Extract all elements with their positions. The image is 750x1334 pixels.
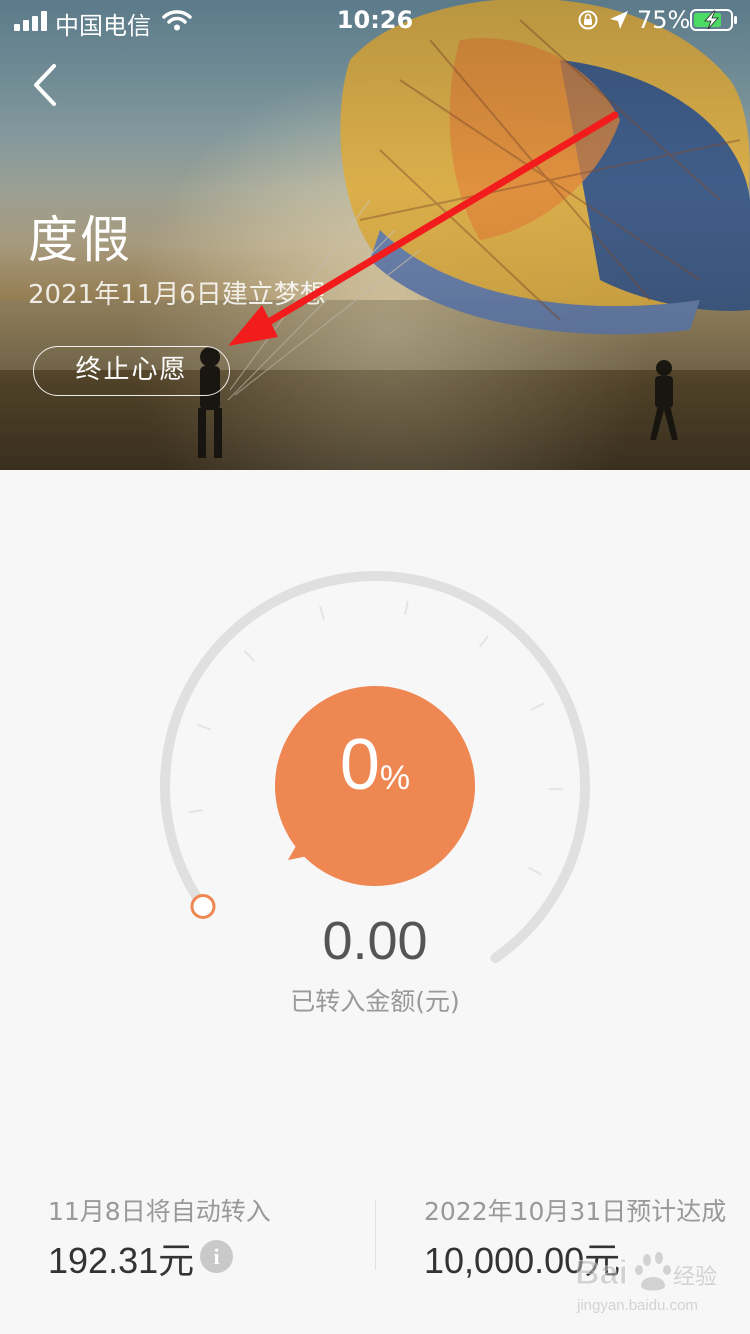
location-arrow-icon: [610, 11, 628, 29]
auto-transfer-amount: 192.31元: [48, 1240, 195, 1281]
status-bar: 中国电信 10:26 75%: [0, 0, 750, 40]
svg-text:jingyan.baidu.com: jingyan.baidu.com: [576, 1297, 698, 1314]
baidu-jingyan-watermark: Bai 经验 jingyan.baidu.com: [575, 1252, 717, 1314]
wish-title: 度假: [28, 211, 132, 269]
auto-transfer-label: 11月8日将自动转入: [48, 1197, 271, 1226]
gauge-tick: [243, 650, 255, 662]
progress-percent: 0%: [275, 724, 475, 806]
back-chevron-icon[interactable]: [22, 58, 72, 112]
svg-text:Bai: Bai: [575, 1254, 628, 1292]
gauge-tick: [404, 600, 409, 615]
gauge-tick: [528, 866, 542, 876]
battery-charging-icon: [690, 9, 737, 31]
end-wish-button[interactable]: 终止心愿: [33, 346, 230, 396]
battery-percent: 75%: [637, 6, 691, 34]
wish-created-date: 2021年11月6日建立梦想: [28, 280, 326, 310]
transferred-amount-label: 已转入金额(元): [290, 987, 460, 1016]
stats-divider: [375, 1200, 376, 1270]
orientation-lock-icon: [578, 10, 598, 30]
gauge-tick: [478, 635, 489, 648]
svg-text:经验: 经验: [673, 1265, 717, 1290]
transferred-amount: 0.00: [322, 911, 428, 971]
gauge-tick: [319, 605, 326, 620]
target-date-label: 2022年10月31日预计达成: [424, 1197, 727, 1226]
percent-value: 0: [339, 725, 380, 805]
hero-banner: 中国电信 10:26 75% 度假 2021年11月6日建立梦想 终止心愿: [0, 0, 750, 470]
gauge-tick: [530, 702, 545, 711]
percent-sign: %: [379, 759, 411, 797]
gauge-tick: [188, 809, 203, 814]
gauge-tick: [196, 723, 211, 731]
info-icon[interactable]: i: [200, 1240, 233, 1273]
progress-gauge: 0% 0.00 已转入金额(元): [0, 470, 750, 1030]
